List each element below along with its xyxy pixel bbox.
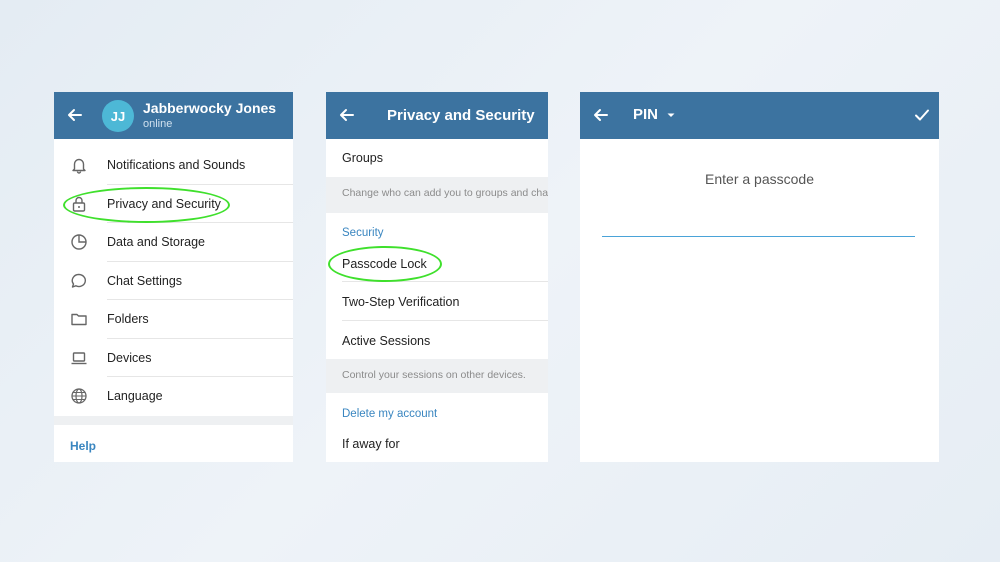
row-label: Groups (342, 151, 383, 165)
laptop-icon (71, 351, 87, 364)
section-title: Delete my account (342, 408, 438, 420)
security-section-header: Security (326, 213, 548, 247)
back-arrow-icon[interactable] (338, 106, 356, 124)
groups-note-box: Change who can add you to groups and cha (326, 177, 548, 213)
pin-type-label: PIN (633, 106, 659, 123)
active-sessions-row[interactable]: Active Sessions (326, 321, 548, 360)
user-status: online (143, 118, 173, 130)
row-label: Two-Step Verification (342, 295, 460, 309)
user-name: Jabberwocky Jones (143, 100, 277, 116)
section-divider (54, 415, 293, 425)
pie-chart-icon (71, 234, 87, 250)
menu-item-label: Devices (107, 350, 152, 365)
sessions-note-box: Control your sessions on other devices. (326, 359, 548, 393)
checkmark-icon[interactable] (913, 106, 931, 124)
passcode-input[interactable] (602, 224, 915, 237)
two-step-row[interactable]: Two-Step Verification (326, 282, 548, 321)
menu-item-notifications[interactable]: Notifications and Sounds (54, 146, 293, 185)
page-title: Privacy and Security (387, 107, 535, 124)
settings-header: JJ Jabberwocky Jones online (54, 92, 293, 139)
menu-item-chat-settings[interactable]: Chat Settings (54, 262, 293, 300)
avatar-initials: JJ (110, 108, 126, 124)
menu-item-devices[interactable]: Devices (54, 339, 293, 377)
if-away-row[interactable]: If away for (326, 427, 548, 457)
help-section-label[interactable]: Help (70, 439, 96, 453)
menu-item-language[interactable]: Language (54, 377, 293, 416)
pin-header: PIN (580, 92, 939, 139)
delete-section-header: Delete my account (326, 393, 548, 427)
section-title: Security (342, 227, 384, 239)
globe-icon (71, 388, 87, 404)
menu-item-label: Folders (107, 312, 149, 326)
passcode-prompt: Enter a passcode (705, 171, 814, 187)
highlight-ring (328, 246, 442, 282)
bell-icon (72, 158, 86, 174)
row-label: Active Sessions (342, 333, 431, 348)
back-arrow-icon[interactable] (592, 106, 610, 124)
menu-item-data-storage[interactable]: Data and Storage (54, 223, 293, 262)
settings-panel: JJ Jabberwocky Jones online Notification… (54, 92, 293, 462)
chat-bubble-icon (71, 273, 87, 288)
sessions-note: Control your sessions on other devices. (342, 369, 526, 381)
pin-panel: PIN Enter a passcode (580, 92, 939, 462)
privacy-security-panel: Privacy and Security Groups Change who c… (326, 92, 548, 462)
highlight-ring (63, 187, 230, 223)
back-arrow-icon[interactable] (66, 106, 84, 124)
menu-item-label: Chat Settings (107, 273, 183, 288)
row-label: If away for (342, 437, 400, 451)
groups-row[interactable]: Groups (326, 139, 548, 177)
privacy-header: Privacy and Security (326, 92, 548, 139)
folder-icon (71, 313, 87, 326)
avatar[interactable]: JJ (102, 100, 134, 132)
groups-note: Change who can add you to groups and cha (342, 187, 548, 199)
dropdown-caret-icon (667, 113, 675, 117)
pin-type-dropdown[interactable]: PIN (633, 106, 676, 123)
menu-item-folders[interactable]: Folders (54, 300, 293, 339)
menu-item-label: Language (107, 389, 163, 403)
menu-item-label: Data and Storage (107, 235, 205, 249)
menu-item-label: Notifications and Sounds (107, 158, 246, 172)
